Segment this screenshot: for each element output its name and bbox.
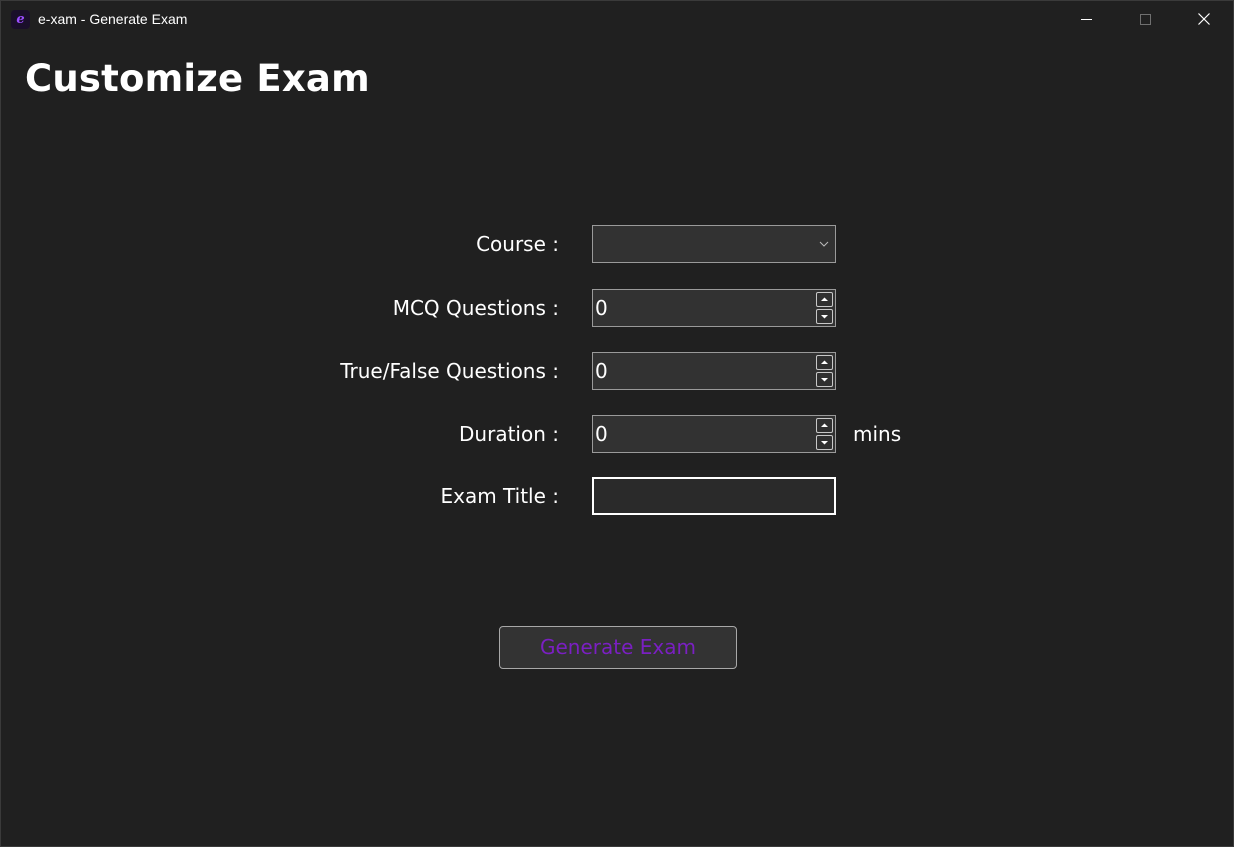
- chevron-down-icon: [819, 241, 829, 247]
- app-window: e e-xam - Generate Exam Customize Exam C…: [0, 0, 1234, 847]
- duration-increment-button[interactable]: [816, 418, 833, 433]
- mcq-decrement-button[interactable]: [816, 309, 833, 324]
- caret-down-icon: [821, 441, 828, 445]
- close-button[interactable]: [1181, 1, 1227, 37]
- true-false-label: True/False Questions :: [340, 359, 559, 383]
- true-false-value: 0: [595, 359, 608, 383]
- minimize-button[interactable]: [1063, 1, 1109, 37]
- duration-unit-label: mins: [853, 422, 902, 446]
- true-false-row: True/False Questions : 0: [1, 352, 1233, 390]
- mcq-increment-button[interactable]: [816, 292, 833, 307]
- caret-down-icon: [821, 378, 828, 382]
- duration-value: 0: [595, 422, 608, 446]
- caret-up-icon: [821, 360, 828, 364]
- duration-decrement-button[interactable]: [816, 435, 833, 450]
- course-label: Course :: [476, 232, 559, 256]
- caret-down-icon: [821, 315, 828, 319]
- mcq-label: MCQ Questions :: [392, 296, 559, 320]
- maximize-button[interactable]: [1122, 1, 1168, 37]
- close-icon: [1198, 13, 1210, 25]
- app-logo-icon: e: [11, 10, 30, 29]
- title-bar: e e-xam - Generate Exam: [1, 1, 1233, 39]
- duration-stepper[interactable]: 0: [592, 415, 836, 453]
- exam-title-label: Exam Title :: [440, 484, 559, 508]
- duration-row: Duration : 0 mins: [1, 415, 1233, 453]
- course-select[interactable]: [592, 225, 836, 263]
- exam-title-input[interactable]: [592, 477, 836, 515]
- mcq-stepper[interactable]: 0: [592, 289, 836, 327]
- page-title: Customize Exam: [25, 57, 370, 100]
- minimize-icon: [1080, 18, 1092, 20]
- course-row: Course :: [1, 225, 1233, 263]
- generate-exam-button[interactable]: Generate Exam: [499, 626, 737, 669]
- mcq-row: MCQ Questions : 0: [1, 289, 1233, 327]
- caret-up-icon: [821, 297, 828, 301]
- true-false-decrement-button[interactable]: [816, 372, 833, 387]
- caret-up-icon: [821, 423, 828, 427]
- duration-label: Duration :: [459, 422, 559, 446]
- mcq-value: 0: [595, 296, 608, 320]
- true-false-increment-button[interactable]: [816, 355, 833, 370]
- true-false-stepper[interactable]: 0: [592, 352, 836, 390]
- maximize-icon: [1139, 13, 1151, 25]
- exam-title-row: Exam Title :: [1, 477, 1233, 515]
- window-title: e-xam - Generate Exam: [38, 11, 188, 27]
